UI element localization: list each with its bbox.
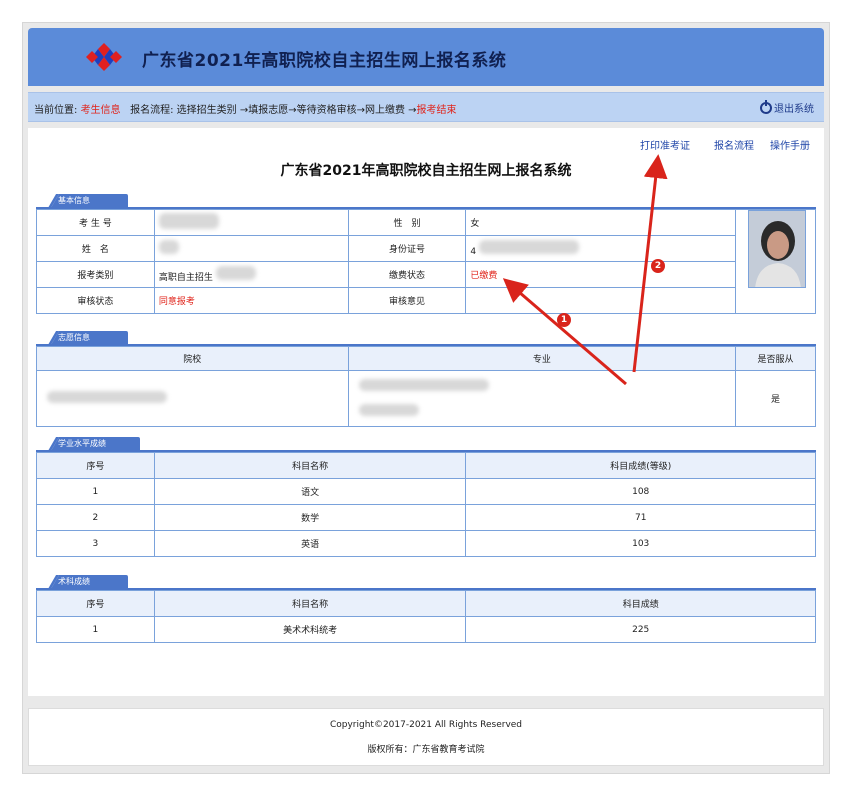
- column-header: 专业: [347, 346, 737, 371]
- label-cell: 性 别: [347, 209, 467, 236]
- row-number: 2: [36, 504, 155, 531]
- column-header: 科目成绩(等级): [465, 452, 816, 479]
- subject-name: 英语: [153, 530, 467, 557]
- column-header: 院校: [36, 346, 349, 371]
- row-number: 1: [36, 616, 155, 643]
- footer: [28, 708, 824, 766]
- table-row: 姓 名 身份证号 4: [36, 235, 816, 262]
- site-title: 广东省2021年高职院校自主招生网上报名系统: [142, 51, 507, 71]
- basic-info-table: 考 生 号 性 别 女 姓 名 身份证号 4 报考类别 高职自主招生 缴费状态 …: [36, 209, 816, 314]
- section-tab-academic: 学业水平成绩: [44, 437, 140, 451]
- row-number: 1: [36, 478, 155, 505]
- blurred-value: [158, 213, 219, 229]
- label-cell: 审核意见: [347, 287, 467, 314]
- blurred-value: [479, 240, 579, 254]
- column-header: 科目名称: [153, 452, 467, 479]
- label-cell: 身份证号: [347, 235, 467, 262]
- power-icon: [760, 99, 772, 114]
- logout-button[interactable]: 退出系统: [760, 99, 814, 115]
- column-header: 科目名称: [153, 590, 467, 617]
- value-cell: 高职自主招生: [153, 261, 349, 288]
- column-header: 是否服从: [735, 346, 816, 371]
- table-row: 1 语文 108: [36, 478, 816, 505]
- label-cell: 姓 名: [36, 235, 155, 262]
- section-tab-wish: 志愿信息: [44, 331, 128, 345]
- process-last-step: 报考结束: [416, 105, 457, 116]
- avatar: [748, 210, 806, 288]
- table-header-row: 序号 科目名称 科目成绩(等级): [36, 452, 816, 479]
- school-cell: [36, 370, 349, 427]
- blurred-value: [47, 391, 167, 403]
- blurred-value: [215, 266, 256, 280]
- process-steps: 报名流程: 选择招生类别 →填报志愿→等待资格审核→网上缴费 →: [130, 105, 417, 116]
- section-tab-basic: 基本信息: [44, 194, 128, 208]
- table-header-row: 序号 科目名称 科目成绩: [36, 590, 816, 617]
- print-admission-link[interactable]: 打印准考证: [640, 137, 690, 152]
- column-header: 序号: [36, 590, 155, 617]
- subject-score: 71: [465, 504, 816, 531]
- subject-score: 103: [465, 530, 816, 557]
- avatar-icon: [749, 211, 805, 287]
- obey-cell: 是: [735, 370, 816, 427]
- table-row: 1 美术术科统考 225: [36, 616, 816, 643]
- owner-text: 版权所有：广东省教育考试院: [367, 745, 485, 755]
- section-tab-skill: 术科成绩: [44, 575, 128, 589]
- category-value: 高职自主招生: [158, 273, 213, 283]
- subject-score: 108: [465, 478, 816, 505]
- wish-table: 院校 专业 是否服从 是: [36, 346, 816, 427]
- location-label: 当前位置:: [34, 105, 78, 116]
- breadcrumb: 当前位置: 考生信息 报名流程: 选择招生类别 →填报志愿→等待资格审核→网上缴…: [34, 101, 457, 116]
- academic-table: 序号 科目名称 科目成绩(等级) 1 语文 108 2 数学 71 3 英语 1…: [36, 452, 816, 557]
- label-cell: 缴费状态: [347, 261, 467, 288]
- copyright-text: Copyright©2017-2021 All Rights Reserved: [329, 720, 523, 730]
- blurred-value: [158, 240, 179, 254]
- manual-link[interactable]: 操作手册: [770, 137, 810, 152]
- table-row: 是: [36, 370, 816, 427]
- location-value[interactable]: 考生信息: [81, 105, 121, 116]
- blurred-value: [358, 403, 419, 416]
- table-row: 报考类别 高职自主招生 缴费状态 已缴费: [36, 261, 816, 288]
- marker-badge: 2: [651, 259, 665, 273]
- table-row: 审核状态 同意报考 审核意见: [36, 287, 816, 314]
- skill-table: 序号 科目名称 科目成绩 1 美术术科统考 225: [36, 590, 816, 643]
- table-row: 2 数学 71: [36, 504, 816, 531]
- table-header-row: 院校 专业 是否服从: [36, 346, 816, 371]
- logout-label: 退出系统: [774, 104, 814, 115]
- marker-badge: 1: [557, 313, 571, 327]
- page-title: 广东省2021年高职院校自主招生网上报名系统: [280, 163, 572, 179]
- column-header: 科目成绩: [465, 590, 816, 617]
- blurred-value: [358, 378, 489, 391]
- column-header: 序号: [36, 452, 155, 479]
- value-cell: 女: [465, 209, 737, 236]
- process-link[interactable]: 报名流程: [714, 137, 754, 152]
- value-cell: [153, 235, 349, 262]
- subject-name: 美术术科统考: [153, 616, 467, 643]
- id-prefix: 4: [470, 247, 477, 257]
- table-row: 考 生 号 性 别 女: [36, 209, 816, 314]
- row-number: 3: [36, 530, 155, 557]
- subject-score: 225: [465, 616, 816, 643]
- subject-name: 语文: [153, 478, 467, 505]
- major-cell: [347, 370, 737, 427]
- table-row: 3 英语 103: [36, 530, 816, 557]
- label-cell: 考 生 号: [36, 209, 155, 236]
- value-cell: [153, 209, 349, 236]
- label-cell: 审核状态: [36, 287, 155, 314]
- logo-icon: [86, 43, 122, 71]
- subject-name: 数学: [153, 504, 467, 531]
- review-status: 同意报考: [153, 287, 349, 314]
- payment-status: 已缴费: [465, 261, 737, 288]
- value-cell: [465, 287, 737, 314]
- value-cell: 4: [465, 235, 737, 262]
- label-cell: 报考类别: [36, 261, 155, 288]
